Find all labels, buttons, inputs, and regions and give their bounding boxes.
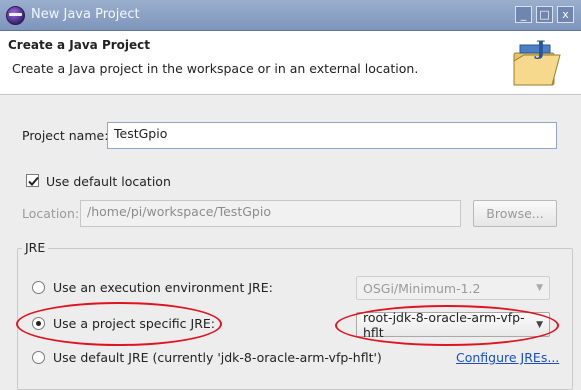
use-default-location-checkbox[interactable] [26,174,39,187]
maximize-button[interactable]: □ [536,6,553,23]
checkmark-icon [28,176,39,186]
wizard-title: Create a Java Project [8,38,151,52]
jre-group-label: JRE [22,240,49,255]
title-bar[interactable]: New Java Project _ □ x [0,0,581,31]
project-name-input[interactable]: TestGpio [107,122,557,149]
highlight-ellipse-radio [16,302,222,346]
browse-button[interactable]: Browse... [473,200,557,227]
java-project-folder-icon: J [513,39,561,86]
chevron-down-icon: ▼ [536,283,543,293]
use-default-location-label: Use default location [46,174,171,189]
highlight-ellipse-combo [335,305,559,346]
location-label: Location: [22,206,80,221]
execution-environment-label: Use an execution environment JRE: [53,280,273,295]
eclipse-icon [6,6,25,25]
project-name-label: Project name: [22,128,109,143]
default-jre-label: Use default JRE (currently 'jdk-8-oracle… [53,350,382,365]
execution-environment-value: OSGi/Minimum-1.2 [363,280,481,296]
wizard-header: Create a Java Project Create a Java proj… [0,31,581,95]
close-button[interactable]: x [557,6,574,23]
configure-jres-link[interactable]: Configure JREs... [456,350,559,365]
wizard-description: Create a Java project in the workspace o… [12,61,419,76]
default-jre-radio[interactable] [32,351,45,364]
minimize-button[interactable]: _ [515,6,532,23]
execution-environment-radio[interactable] [32,281,45,294]
svg-text:J: J [534,39,545,60]
execution-environment-select[interactable]: OSGi/Minimum-1.2 ▼ [356,276,550,300]
location-input[interactable]: /home/pi/workspace/TestGpio [80,200,461,227]
window-title: New Java Project [31,7,140,22]
